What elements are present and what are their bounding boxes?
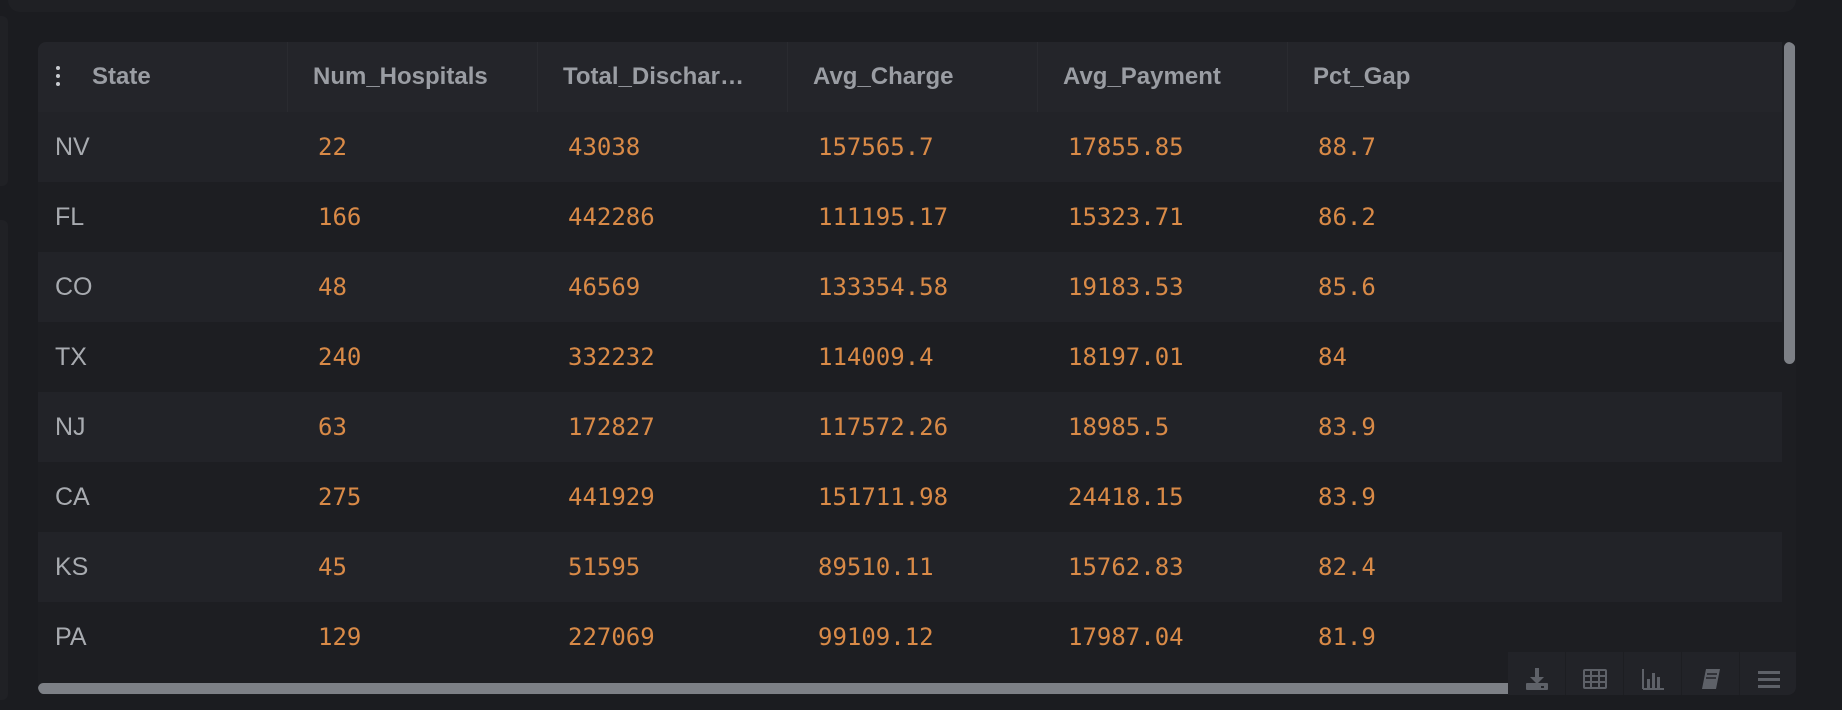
table-view-button[interactable] [1566, 652, 1623, 695]
cell-state: KS [55, 552, 89, 581]
column-header-total-discharges[interactable]: Total_Dischar… [538, 42, 788, 112]
cell-total-discharges: 442286 [568, 203, 655, 231]
cell-num-hospitals: 48 [318, 273, 347, 301]
previous-cell-card [8, 0, 1796, 12]
column-menu-icon[interactable] [56, 66, 60, 86]
cell-num-hospitals: 45 [318, 553, 347, 581]
menu-icon [1756, 666, 1782, 692]
cell-num-hospitals: 275 [318, 483, 362, 511]
cell-avg-charge: 157565.7 [818, 133, 934, 161]
cell-num-hospitals: 22 [318, 133, 347, 161]
cell-pct-gap: 83.9 [1318, 483, 1376, 511]
cell-total-discharges: 172827 [568, 413, 655, 441]
cell-num-hospitals: 129 [318, 623, 362, 651]
column-header-pct-gap[interactable]: Pct_Gap [1288, 42, 1782, 112]
cell-num-hospitals: 166 [318, 203, 362, 231]
cell-gutter [0, 220, 8, 700]
page: State Num_Hospitals Total_Dischar… Avg_C… [0, 0, 1842, 710]
cell-pct-gap: 83.9 [1318, 413, 1376, 441]
cell-state: FL [55, 202, 85, 231]
cell-avg-charge: 114009.4 [818, 343, 934, 371]
table-row[interactable]: NV 22 43038 157565.7 17855.85 88.7 [38, 112, 1782, 182]
cell-total-discharges: 51595 [568, 553, 641, 581]
table-icon [1582, 666, 1608, 692]
cell-avg-charge: 89510.11 [818, 553, 934, 581]
column-header-label: Pct_Gap [1313, 63, 1411, 90]
cell-num-hospitals: 63 [318, 413, 347, 441]
grid-header-row: State Num_Hospitals Total_Dischar… Avg_C… [38, 42, 1782, 112]
table-row[interactable]: TX 240 332232 114009.4 18197.01 84 [38, 322, 1782, 392]
menu-button[interactable] [1740, 652, 1796, 695]
column-header-label: Avg_Charge [813, 63, 954, 90]
column-header-state[interactable]: State [38, 42, 288, 112]
column-header-label: Num_Hospitals [313, 63, 488, 90]
cell-pct-gap: 86.2 [1318, 203, 1376, 231]
cell-num-hospitals: 240 [318, 343, 362, 371]
column-header-avg-payment[interactable]: Avg_Payment [1038, 42, 1288, 112]
cell-state: CO [55, 272, 93, 301]
cell-avg-payment: 15323.71 [1068, 203, 1184, 231]
download-icon [1524, 666, 1550, 692]
table-row[interactable]: CO 48 46569 133354.58 19183.53 85.6 [38, 252, 1782, 322]
cell-pct-gap: 85.6 [1318, 273, 1376, 301]
table-row[interactable]: FL 166 442286 111195.17 15323.71 86.2 [38, 182, 1782, 252]
cell-avg-charge: 99109.12 [818, 623, 934, 651]
cell-state: CA [55, 482, 90, 511]
cell-avg-charge: 117572.26 [818, 413, 949, 441]
cell-state: NJ [55, 412, 86, 441]
cell-avg-payment: 18197.01 [1068, 343, 1184, 371]
table-row[interactable]: NJ 63 172827 117572.26 18985.5 83.9 [38, 392, 1782, 462]
notebook-button[interactable] [1682, 652, 1739, 695]
cell-total-discharges: 46569 [568, 273, 641, 301]
column-header-label: Avg_Payment [1063, 63, 1221, 90]
chart-view-button[interactable] [1624, 652, 1681, 695]
horizontal-scrollbar-thumb[interactable] [38, 683, 1672, 694]
column-header-label: State [92, 63, 151, 90]
cell-state: NV [55, 132, 90, 161]
cell-gutter [0, 16, 8, 186]
grid-body: NV 22 43038 157565.7 17855.85 88.7 FL 16… [38, 112, 1782, 672]
column-header-num-hospitals[interactable]: Num_Hospitals [288, 42, 538, 112]
cell-avg-charge: 151711.98 [818, 483, 949, 511]
column-header-label: Total_Dischar… [563, 63, 744, 90]
grid-toolbar [1508, 652, 1796, 695]
cell-avg-charge: 133354.58 [818, 273, 949, 301]
download-button[interactable] [1508, 652, 1565, 695]
vertical-scrollbar-thumb[interactable] [1784, 42, 1795, 364]
cell-pct-gap: 82.4 [1318, 553, 1376, 581]
cell-avg-payment: 18985.5 [1068, 413, 1170, 441]
vertical-scrollbar[interactable] [1782, 42, 1796, 682]
table-row[interactable]: KS 45 51595 89510.11 15762.83 82.4 [38, 532, 1782, 602]
cell-avg-payment: 17987.04 [1068, 623, 1184, 651]
cell-avg-payment: 24418.15 [1068, 483, 1184, 511]
cell-pct-gap: 88.7 [1318, 133, 1376, 161]
cell-avg-payment: 19183.53 [1068, 273, 1184, 301]
table-row[interactable]: CA 275 441929 151711.98 24418.15 83.9 [38, 462, 1782, 532]
data-grid: State Num_Hospitals Total_Dischar… Avg_C… [38, 42, 1782, 672]
cell-avg-payment: 15762.83 [1068, 553, 1184, 581]
notebook-icon [1698, 666, 1724, 692]
cell-state: PA [55, 622, 87, 651]
cell-pct-gap: 84 [1318, 343, 1347, 371]
cell-avg-charge: 111195.17 [818, 203, 949, 231]
cell-avg-payment: 17855.85 [1068, 133, 1184, 161]
cell-total-discharges: 227069 [568, 623, 655, 651]
cell-state: TX [55, 342, 87, 371]
cell-total-discharges: 332232 [568, 343, 655, 371]
data-grid-card: State Num_Hospitals Total_Dischar… Avg_C… [38, 42, 1796, 695]
cell-total-discharges: 441929 [568, 483, 655, 511]
column-header-avg-charge[interactable]: Avg_Charge [788, 42, 1038, 112]
bar-chart-icon [1640, 666, 1666, 692]
cell-total-discharges: 43038 [568, 133, 641, 161]
